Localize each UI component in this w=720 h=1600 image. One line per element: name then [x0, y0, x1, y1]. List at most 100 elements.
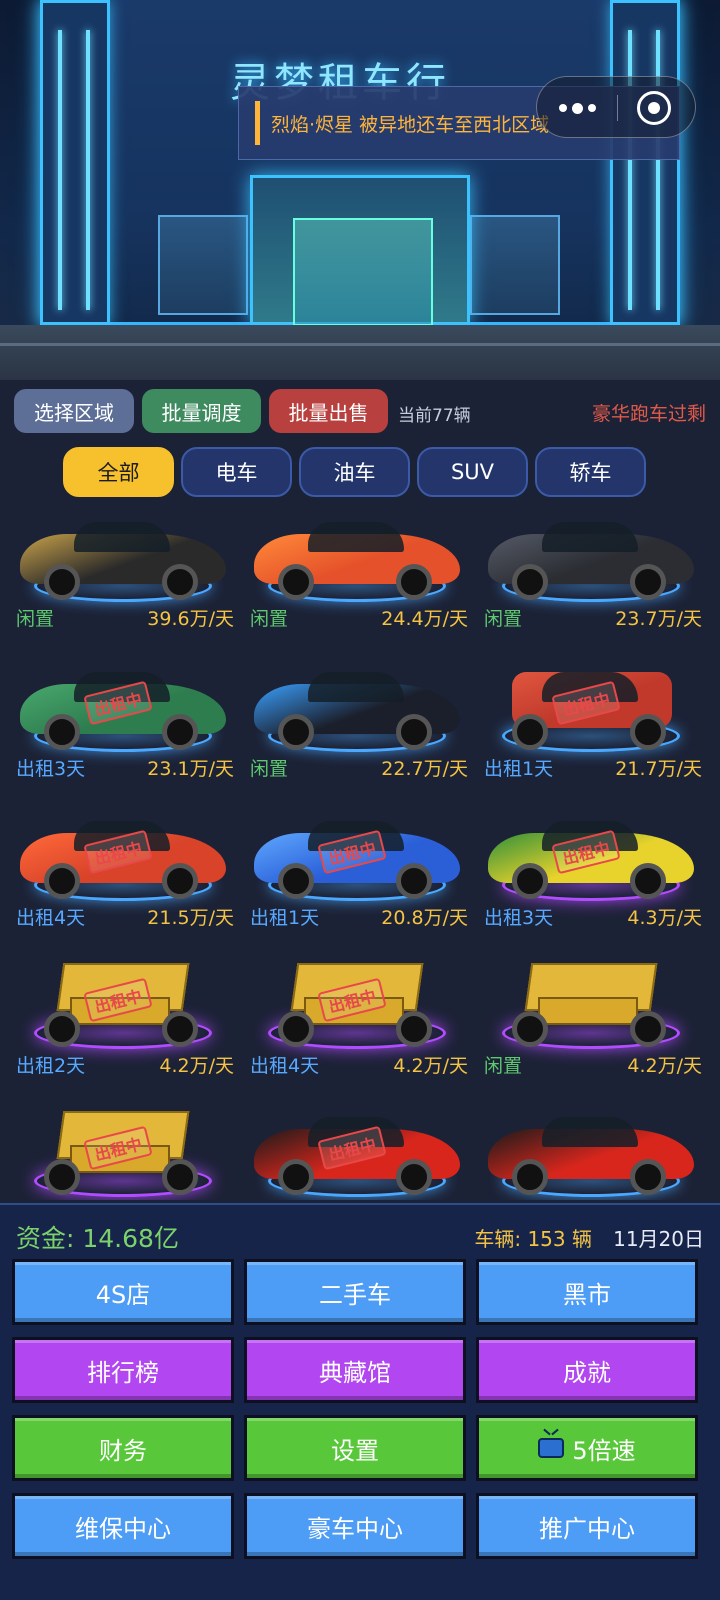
car-card[interactable]: 出租中 出租4天 4.2万/天	[238, 955, 476, 1106]
wheel	[630, 714, 666, 750]
wheel	[278, 1159, 314, 1195]
car-image: 出租中	[472, 658, 710, 758]
car-card[interactable]: 闲置 24.4万/天	[238, 508, 476, 659]
speed-5x-button[interactable]: 5倍速	[476, 1415, 698, 1481]
wheel	[44, 863, 80, 899]
car-windshield	[542, 522, 638, 552]
car-card[interactable]: 出租中	[4, 1103, 242, 1200]
car-card[interactable]: 闲置 39.6万/天	[4, 508, 242, 659]
settings-button[interactable]: 设置	[244, 1415, 466, 1481]
luxury-center-button[interactable]: 豪车中心	[244, 1493, 466, 1559]
wheel	[630, 1011, 666, 1047]
wheel	[512, 1159, 548, 1195]
car-card[interactable]: 出租中 出租1天 21.7万/天	[472, 658, 710, 809]
funds-text: 资金: 14.68亿	[16, 1224, 179, 1253]
wheel	[396, 1011, 432, 1047]
vehicles-text: 车辆: 153 辆	[474, 1227, 592, 1251]
neon-stripe	[628, 30, 632, 310]
more-dots-icon[interactable]	[537, 77, 617, 139]
car-price: 4.2万/天	[393, 1055, 468, 1077]
wheel	[162, 1159, 198, 1195]
batch-sell-button[interactable]: 批量出售	[269, 389, 388, 433]
car-card[interactable]: 出租中 出租2天 4.2万/天	[4, 955, 242, 1106]
car-price: 4.2万/天	[159, 1055, 234, 1077]
button-label: 黑市	[563, 1280, 611, 1309]
wheel	[278, 564, 314, 600]
car-status: 闲置	[250, 608, 289, 630]
car-card[interactable]: 闲置 22.7万/天	[238, 658, 476, 809]
tab-sedan[interactable]: 轿车	[535, 447, 646, 497]
used-car-button[interactable]: 二手车	[244, 1259, 466, 1325]
car-image	[472, 1103, 710, 1200]
car-price: 4.3万/天	[627, 907, 702, 929]
wheel	[512, 1011, 548, 1047]
tv-icon	[538, 1438, 565, 1458]
collection-button[interactable]: 典藏馆	[244, 1337, 466, 1403]
car-image: 出租中	[472, 807, 710, 907]
capsule-divider	[617, 95, 618, 121]
car-image	[472, 955, 710, 1055]
car-card[interactable]: 闲置 23.7万/天	[472, 508, 710, 659]
street	[0, 325, 720, 380]
wheel	[278, 863, 314, 899]
select-region-button[interactable]: 选择区域	[14, 389, 134, 433]
car-image: 出租中	[4, 955, 242, 1055]
button-label: 设置	[331, 1436, 379, 1465]
car-card[interactable]: 出租中 出租3天 23.1万/天	[4, 658, 242, 809]
wheel	[162, 863, 198, 899]
car-image: 出租中	[238, 807, 476, 907]
wheel	[630, 564, 666, 600]
button-label: 排行榜	[87, 1358, 159, 1387]
market-alert-text: 豪华跑车过剩	[591, 403, 706, 425]
truck-cab	[538, 997, 638, 1025]
wheel	[512, 863, 548, 899]
date-text: 11月20日	[613, 1227, 704, 1251]
maintenance-center-button[interactable]: 维保中心	[12, 1493, 234, 1559]
shop-4s-button[interactable]: 4S店	[12, 1259, 234, 1325]
wheel	[396, 714, 432, 750]
car-image: 出租中	[238, 955, 476, 1055]
car-card[interactable]: 出租中 出租3天 4.3万/天	[472, 807, 710, 958]
car-card[interactable]: 闲置 4.2万/天	[472, 955, 710, 1106]
car-price: 20.8万/天	[381, 907, 468, 929]
car-card[interactable]: 出租中 出租4天 21.5万/天	[4, 807, 242, 958]
car-image	[238, 508, 476, 608]
car-card[interactable]: 出租中 出租1天 20.8万/天	[238, 807, 476, 958]
finance-button[interactable]: 财务	[12, 1415, 234, 1481]
black-market-button[interactable]: 黑市	[476, 1259, 698, 1325]
wheel	[44, 564, 80, 600]
button-label: 推广中心	[539, 1514, 635, 1543]
notice-text: 烈焰·烬星 被异地还车至西北区域	[271, 114, 550, 136]
achievements-button[interactable]: 成就	[476, 1337, 698, 1403]
tab-gas[interactable]: 油车	[299, 447, 410, 497]
car-card[interactable]: 出租中	[238, 1103, 476, 1200]
tab-electric[interactable]: 电车	[181, 447, 292, 497]
wheel	[630, 1159, 666, 1195]
store-banner: 灵梦租车行	[0, 0, 720, 380]
car-card[interactable]	[472, 1103, 710, 1200]
car-price: 4.2万/天	[627, 1055, 702, 1077]
car-windshield	[74, 522, 170, 552]
tab-suv[interactable]: SUV	[417, 447, 528, 497]
wheel	[396, 1159, 432, 1195]
button-label: 豪车中心	[307, 1514, 403, 1543]
promotion-center-button[interactable]: 推广中心	[476, 1493, 698, 1559]
car-price: 24.4万/天	[381, 608, 468, 630]
button-label: 5倍速	[572, 1436, 636, 1465]
car-price: 21.7万/天	[615, 758, 702, 780]
mini-program-capsule	[536, 76, 696, 138]
batch-dispatch-button[interactable]: 批量调度	[142, 389, 261, 433]
entrance-glass	[293, 218, 433, 326]
wheel	[162, 714, 198, 750]
store-pillar-left	[40, 0, 110, 325]
car-status: 闲置	[16, 608, 55, 630]
button-label: 财务	[99, 1436, 147, 1465]
car-price: 21.5万/天	[147, 907, 234, 929]
target-close-icon[interactable]	[637, 91, 671, 125]
leaderboard-button[interactable]: 排行榜	[12, 1337, 234, 1403]
tab-all[interactable]: 全部	[63, 447, 174, 497]
car-image: 出租中	[238, 1103, 476, 1200]
button-label: 维保中心	[75, 1514, 171, 1543]
car-status: 出租4天	[16, 907, 86, 929]
wheel	[512, 564, 548, 600]
